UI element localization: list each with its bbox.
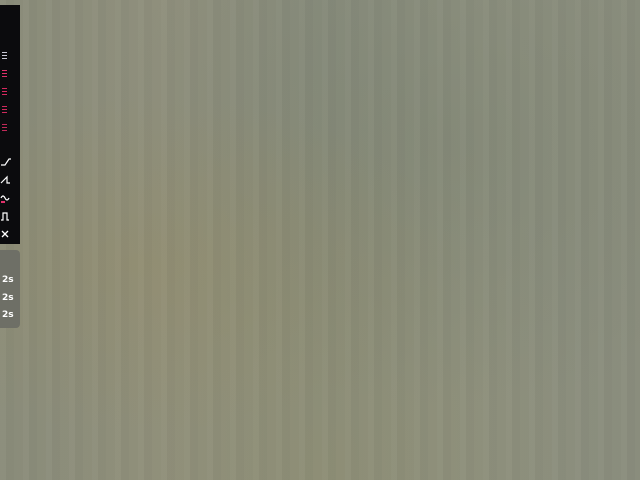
list-icon[interactable]: [0, 50, 12, 62]
list-icon[interactable]: [0, 86, 12, 98]
ramp-up-wave-icon[interactable]: [0, 156, 12, 168]
sawtooth-wave-icon[interactable]: [0, 174, 12, 186]
list-icon[interactable]: [0, 104, 12, 116]
list-icon[interactable]: [0, 68, 12, 80]
sine-wave-icon[interactable]: [0, 192, 12, 204]
timer-option[interactable]: 2s: [2, 273, 18, 287]
timer-option[interactable]: 2s: [2, 291, 18, 305]
close-icon[interactable]: [0, 228, 12, 240]
timer-option[interactable]: 2s: [2, 308, 18, 322]
square-wave-icon[interactable]: [0, 210, 12, 222]
timer-panel: 2s 2s 2s: [0, 250, 20, 328]
left-toolbar: [0, 5, 20, 244]
list-icon[interactable]: [0, 122, 12, 134]
camera-feed: [0, 0, 640, 480]
